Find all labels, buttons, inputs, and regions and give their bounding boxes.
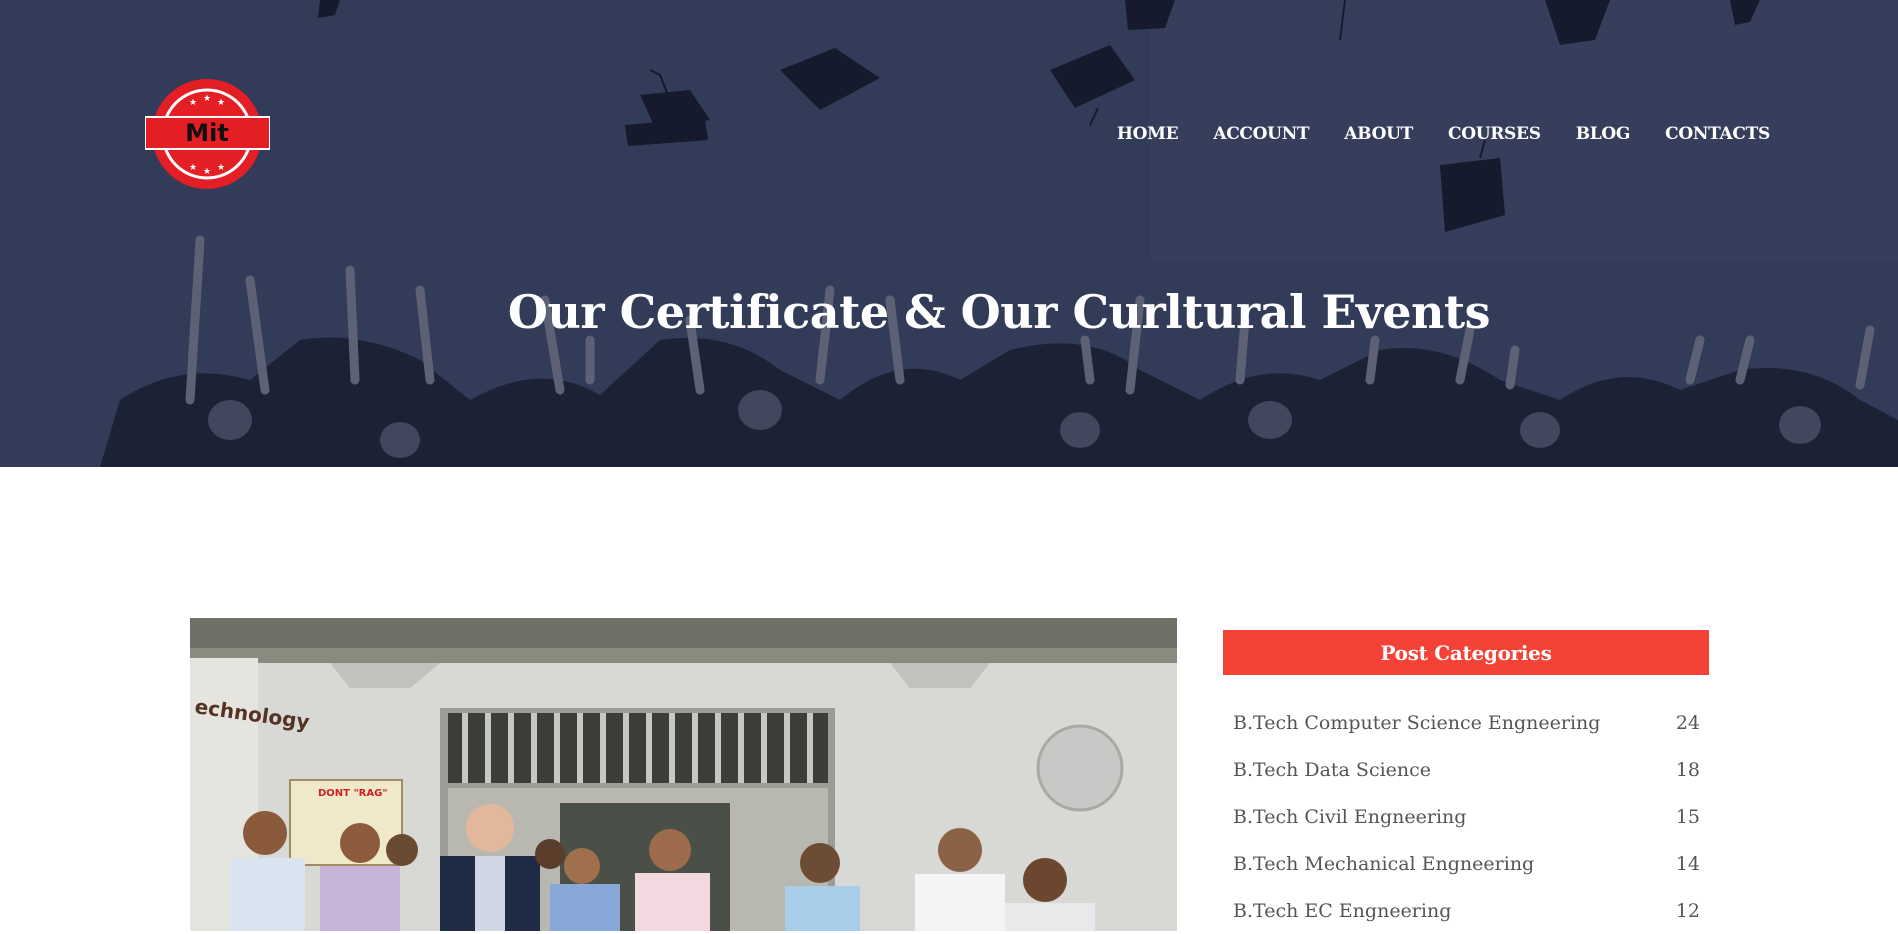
logo-text: Mit [185,119,229,147]
post-categories-title: Post Categories [1223,630,1709,675]
category-item[interactable]: B.Tech Computer Science Engneering 24 [1223,699,1709,746]
category-item[interactable]: B.Tech Data Science 18 [1223,746,1709,793]
svg-text:★: ★ [203,167,211,177]
page-title: Our Certificate & Our Curltural Events [0,285,1898,339]
svg-text:★: ★ [189,98,197,108]
svg-text:★: ★ [189,163,197,173]
nav-blog[interactable]: BLOG [1576,124,1631,144]
category-count: 12 [1675,899,1700,922]
nav-about[interactable]: ABOUT [1344,124,1413,144]
event-photo: echnology DONT "RAG" [190,618,1177,931]
category-item[interactable]: B.Tech Mechanical Engneering 14 [1223,840,1709,887]
category-label: B.Tech EC Engneering [1233,899,1452,922]
site-logo[interactable]: ★ ★ ★ ★ ★ ★ Mit [144,75,271,193]
category-count: 24 [1675,711,1700,734]
nav-contacts[interactable]: CONTACTS [1665,124,1770,144]
category-label: B.Tech Data Science [1233,758,1432,781]
logo-seal-icon: ★ ★ ★ ★ ★ ★ Mit [144,79,271,189]
graduation-caps-background [0,0,1898,467]
group-photo-image: echnology DONT "RAG" [190,618,1177,931]
nav-courses[interactable]: COURSES [1448,124,1541,144]
nav-home[interactable]: HOME [1117,124,1179,144]
category-label: B.Tech Computer Science Engneering [1233,711,1601,734]
category-label: B.Tech Mechanical Engneering [1233,852,1535,875]
svg-text:★: ★ [217,163,225,173]
category-item[interactable]: B.Tech Civil Engneering 15 [1223,793,1709,840]
category-list: B.Tech Computer Science Engneering 24 B.… [1223,699,1709,934]
svg-text:★: ★ [203,94,211,104]
hero-banner: ★ ★ ★ ★ ★ ★ Mit HOME ACCOUNT ABOUT COURSES B… [0,0,1898,467]
svg-text:★: ★ [217,98,225,108]
post-categories-widget: Post Categories B.Tech Computer Science … [1223,630,1709,934]
category-count: 18 [1675,758,1700,781]
main-navigation: HOME ACCOUNT ABOUT COURSES BLOG CONTACTS [1117,124,1770,144]
category-label: B.Tech Civil Engneering [1233,805,1467,828]
notice-board-text: DONT "RAG" [318,788,388,799]
nav-account[interactable]: ACCOUNT [1213,124,1309,144]
page-title-text: Our Certificate & Our Curltural Events [507,285,1491,339]
category-item[interactable]: B.Tech EC Engneering 12 [1223,887,1709,934]
category-count: 14 [1675,852,1700,875]
category-count: 15 [1675,805,1700,828]
